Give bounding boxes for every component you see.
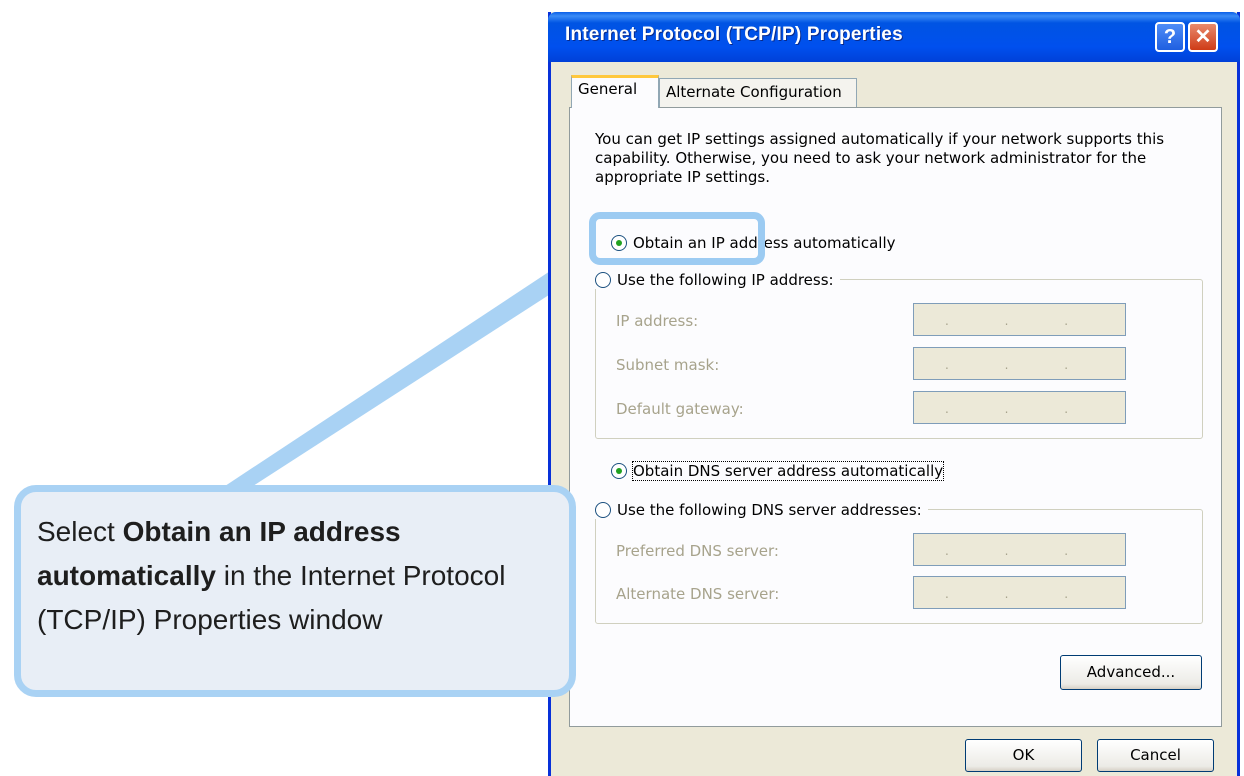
tab-general[interactable]: General bbox=[571, 75, 659, 108]
use-following-dns-radio[interactable]: Use the following DNS server addresses: bbox=[595, 501, 928, 519]
preferred-dns-label: Preferred DNS server: bbox=[616, 542, 779, 560]
use-following-ip-radio[interactable]: Use the following IP address: bbox=[595, 271, 840, 289]
use-following-dns-label: Use the following DNS server addresses: bbox=[617, 501, 922, 519]
subnet-mask-dots: . . . bbox=[944, 358, 1095, 372]
alternate-dns-dots: . . . bbox=[944, 587, 1095, 601]
preferred-dns-dots: . . . bbox=[944, 544, 1095, 558]
close-button[interactable]: ✕ bbox=[1188, 22, 1218, 52]
cancel-button[interactable]: Cancel bbox=[1097, 739, 1214, 772]
radio-selected-icon bbox=[611, 463, 627, 479]
title-bar[interactable]: Internet Protocol (TCP/IP) Properties ? … bbox=[548, 12, 1240, 62]
description-text: You can get IP settings assigned automat… bbox=[595, 130, 1165, 186]
close-icon: ✕ bbox=[1194, 26, 1212, 48]
radio-unselected-icon bbox=[595, 272, 611, 288]
radio-unselected-icon bbox=[595, 502, 611, 518]
help-button[interactable]: ? bbox=[1155, 22, 1185, 52]
highlight-frame bbox=[589, 212, 765, 265]
preferred-dns-field[interactable]: . . . bbox=[913, 533, 1126, 566]
subnet-mask-label: Subnet mask: bbox=[616, 356, 720, 374]
ok-button[interactable]: OK bbox=[965, 739, 1082, 772]
use-following-ip-label: Use the following IP address: bbox=[617, 271, 834, 289]
default-gateway-dots: . . . bbox=[944, 402, 1095, 416]
ip-address-field[interactable]: . . . bbox=[913, 303, 1126, 336]
instruction-callout: Select Obtain an IP address automaticall… bbox=[14, 485, 576, 697]
tab-alternate-configuration[interactable]: Alternate Configuration bbox=[659, 78, 857, 109]
default-gateway-field[interactable]: . . . bbox=[913, 391, 1126, 424]
window-title: Internet Protocol (TCP/IP) Properties bbox=[565, 24, 903, 45]
callout-text-pre: Select bbox=[37, 516, 123, 547]
advanced-button[interactable]: Advanced... bbox=[1060, 655, 1202, 690]
help-icon: ? bbox=[1163, 26, 1177, 48]
ip-address-label: IP address: bbox=[616, 312, 699, 330]
alternate-dns-label: Alternate DNS server: bbox=[616, 585, 780, 603]
tcpip-properties-dialog: Internet Protocol (TCP/IP) Properties ? … bbox=[548, 12, 1240, 776]
ip-address-dots: . . . bbox=[944, 314, 1095, 328]
obtain-dns-auto-label: Obtain DNS server address automatically bbox=[631, 461, 945, 481]
alternate-dns-field[interactable]: . . . bbox=[913, 576, 1126, 609]
obtain-dns-auto-radio[interactable]: Obtain DNS server address automatically bbox=[611, 461, 950, 481]
subnet-mask-field[interactable]: . . . bbox=[913, 347, 1126, 380]
default-gateway-label: Default gateway: bbox=[616, 400, 744, 418]
